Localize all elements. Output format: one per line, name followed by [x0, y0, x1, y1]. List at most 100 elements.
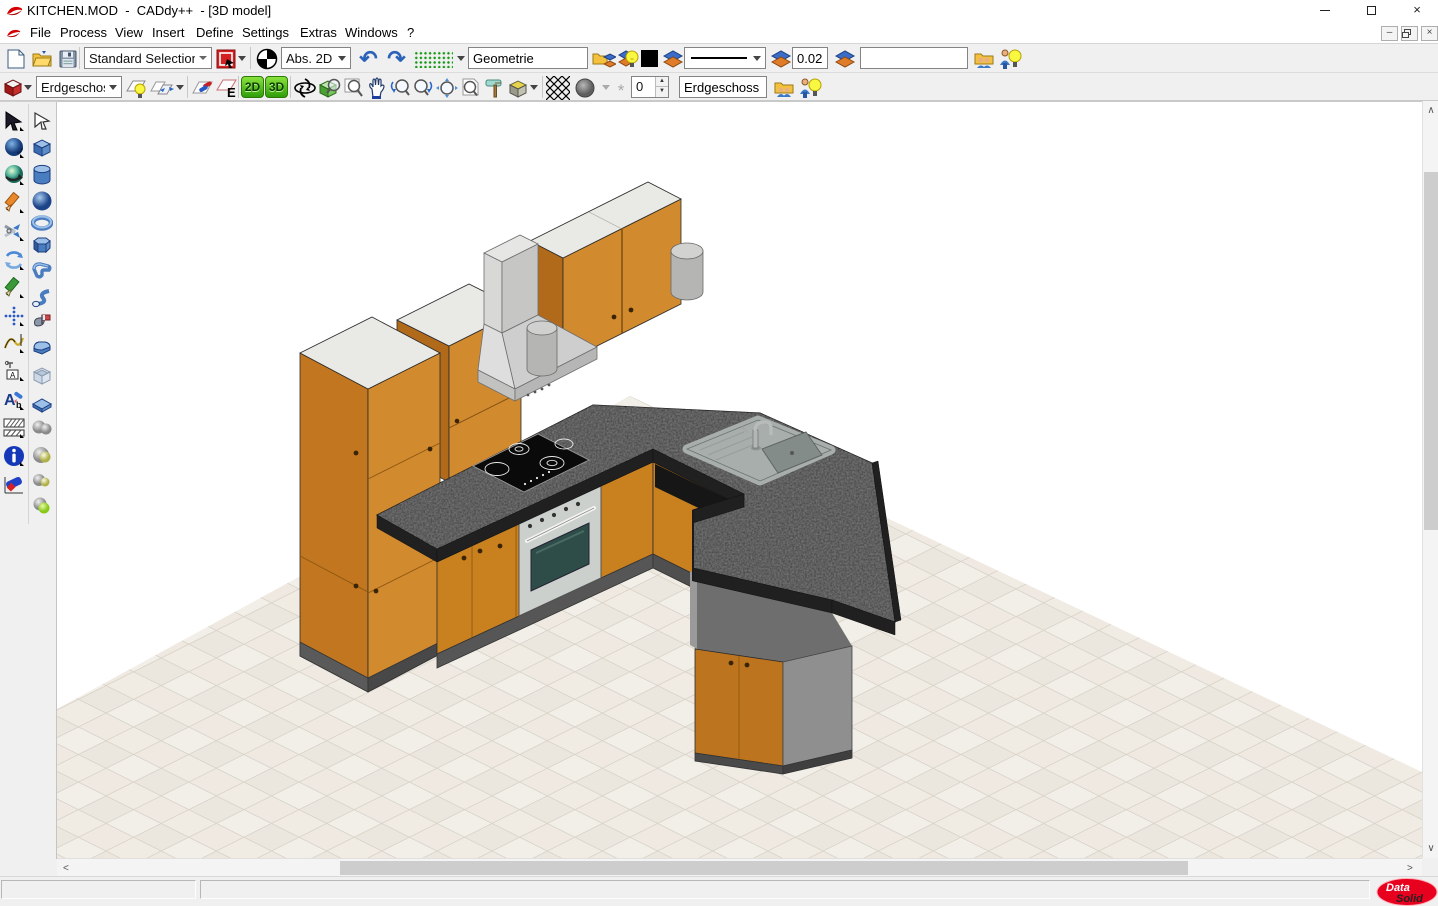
horizontal-scrollbar[interactable]: < >	[57, 858, 1422, 876]
solid-box-tool[interactable]	[29, 135, 55, 161]
selection-frame-button[interactable]	[216, 46, 246, 71]
pencil-draw-tool[interactable]	[1, 190, 27, 216]
select-arrow-tool[interactable]	[1, 108, 27, 134]
extra-field[interactable]	[860, 47, 968, 69]
eraser-tool[interactable]	[1, 471, 27, 497]
text-tool[interactable]: Ab	[1, 387, 27, 413]
solid-sweep-tool[interactable]	[29, 285, 55, 311]
orbit-button[interactable]	[292, 75, 317, 100]
origin-circle-icon[interactable]	[254, 46, 279, 71]
zoom-window-button[interactable]	[341, 75, 366, 100]
group-visibility-button[interactable]	[997, 46, 1022, 71]
solid-extrude-tool[interactable]	[29, 258, 55, 284]
solid-shell-tool[interactable]	[29, 363, 55, 389]
mdi-close-button[interactable]: ×	[1421, 26, 1438, 41]
linestyle-layer-button[interactable]	[768, 46, 793, 71]
pen-color-swatch[interactable]	[639, 46, 659, 71]
storey-visibility-button[interactable]	[797, 75, 822, 100]
snap-grid-button[interactable]	[413, 46, 465, 71]
undo-button[interactable]: ↶	[356, 46, 381, 71]
group-folder-button[interactable]	[972, 46, 997, 71]
scroll-up-arrow[interactable]: ∧	[1423, 105, 1438, 116]
penwidth-layer-button[interactable]	[832, 46, 857, 71]
nav-sphere-tool[interactable]	[1, 135, 27, 161]
frame-annotation-tool[interactable]: A	[1, 358, 27, 384]
trim-tool[interactable]	[1, 218, 27, 244]
menu-view[interactable]: View	[113, 24, 145, 42]
boolean-intersect-tool[interactable]	[29, 467, 55, 493]
solid-prism-tool[interactable]	[29, 232, 55, 258]
color-layer-button[interactable]	[660, 46, 685, 71]
save-button[interactable]	[55, 46, 80, 71]
zoom-undo-button[interactable]	[387, 75, 412, 100]
orbit-sphere-tool[interactable]	[1, 162, 27, 188]
storey-box-button[interactable]	[2, 75, 33, 100]
line-style-combo[interactable]	[684, 47, 766, 69]
maximize-button[interactable]	[1348, 0, 1394, 22]
level-spinner[interactable]: 0 ▲ ▼	[631, 76, 669, 98]
storey-name-field[interactable]	[679, 76, 767, 98]
horizontal-scrollbar-thumb[interactable]	[340, 861, 1188, 875]
zoom-extents-button[interactable]	[434, 75, 459, 100]
spline-dimension-tool[interactable]	[1, 330, 27, 356]
title-bar[interactable]: KITCHEN.MOD - CADdy++ - [3D model] ×	[0, 0, 1438, 22]
scroll-down-arrow[interactable]: ∨	[1423, 843, 1438, 854]
menu-help[interactable]: ?	[405, 24, 416, 42]
rotate-copy-tool[interactable]	[1, 247, 27, 273]
spinner-down-button[interactable]: ▼	[655, 87, 668, 97]
close-button[interactable]: ×	[1394, 0, 1438, 22]
plane-visibility-button[interactable]	[124, 75, 149, 100]
hatch-pattern-button[interactable]	[545, 75, 570, 100]
redo-button[interactable]: ↷	[384, 46, 409, 71]
drawing-canvas[interactable]	[57, 101, 1422, 858]
plane-navigation-button[interactable]	[150, 75, 184, 100]
shading-sphere-button[interactable]	[572, 75, 597, 100]
menu-extras[interactable]: Extras	[298, 24, 339, 42]
zoom-redo-button[interactable]	[410, 75, 435, 100]
view-2d-button[interactable]: 2D	[241, 76, 264, 98]
vertical-scrollbar-thumb[interactable]	[1424, 172, 1438, 530]
scroll-left-arrow[interactable]: <	[63, 863, 69, 874]
pen-width-field[interactable]	[792, 47, 828, 69]
solid-cylinder-tool[interactable]	[29, 162, 55, 188]
zoom-page-button[interactable]	[458, 75, 483, 100]
solid-flag-tool[interactable]	[29, 310, 55, 336]
new-document-button[interactable]	[3, 46, 28, 71]
mdi-minimize-button[interactable]: –	[1381, 26, 1398, 41]
plane-element-button[interactable]: E	[214, 75, 239, 100]
scroll-right-arrow[interactable]: >	[1407, 863, 1413, 874]
shading-dropdown[interactable]	[596, 75, 612, 100]
vertical-scrollbar[interactable]: ∧ ∨	[1422, 101, 1438, 858]
plane-edit-button[interactable]	[190, 75, 215, 100]
boolean-union-tool[interactable]	[29, 415, 55, 441]
view-3d-button[interactable]: 3D	[265, 76, 288, 98]
solid-fillet-tool[interactable]	[29, 336, 55, 362]
coordinate-mode-combo[interactable]: Abs. 2D	[281, 47, 351, 69]
layer-folder-button[interactable]	[591, 46, 616, 71]
minimize-button[interactable]	[1302, 0, 1348, 22]
info-tool[interactable]	[1, 443, 27, 469]
menu-windows[interactable]: Windows	[343, 24, 400, 42]
menu-settings[interactable]: Settings	[240, 24, 291, 42]
layer-visibility-button[interactable]	[616, 46, 641, 71]
zoom-solid-button[interactable]	[317, 75, 342, 100]
pan-hand-button[interactable]	[364, 75, 389, 100]
storey-group-button[interactable]	[772, 75, 797, 100]
layer-name-field[interactable]	[468, 47, 588, 69]
menu-file[interactable]: File	[28, 24, 53, 42]
pick-arrow-tool[interactable]	[29, 108, 55, 134]
menu-insert[interactable]: Insert	[150, 24, 187, 42]
solid-slab-tool[interactable]	[29, 390, 55, 416]
point-snap-tool[interactable]	[1, 303, 27, 329]
hatch-tool[interactable]	[1, 415, 27, 441]
storey-combo[interactable]: Erdgeschos	[36, 76, 122, 98]
pencil-annotate-tool[interactable]	[1, 275, 27, 301]
menu-process[interactable]: Process	[58, 24, 109, 42]
render-mode-button[interactable]	[506, 75, 539, 100]
paint-roller-button[interactable]	[482, 75, 507, 100]
open-folder-button[interactable]	[29, 46, 54, 71]
mdi-restore-button[interactable]	[1401, 26, 1418, 41]
boolean-subtract-tool[interactable]	[29, 442, 55, 468]
menu-define[interactable]: Define	[194, 24, 236, 42]
selection-mode-combo[interactable]: Standard Selection	[84, 47, 212, 69]
